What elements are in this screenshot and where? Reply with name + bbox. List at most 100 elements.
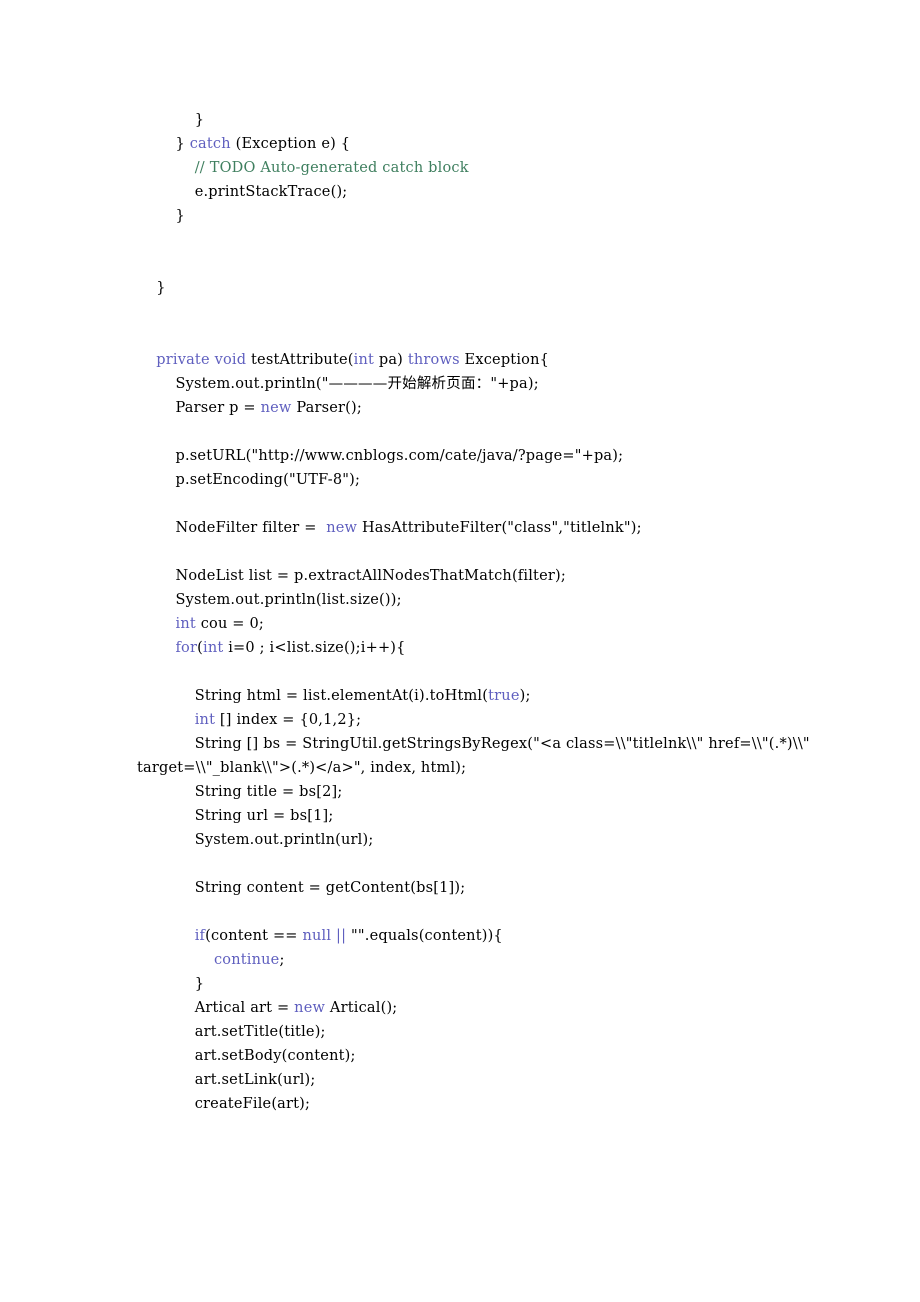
code-text: art.setBody(content); bbox=[194, 1048, 356, 1064]
code-text: String html = list.elementAt(i).toHtml( bbox=[194, 688, 489, 704]
code-text: e.printStackTrace(); bbox=[194, 184, 348, 200]
code-line: int [] index = {0,1,2}; bbox=[137, 708, 827, 732]
code-text: } bbox=[194, 112, 205, 128]
code-keyword: for bbox=[175, 640, 198, 656]
code-line: p.setEncoding("UTF-8"); bbox=[137, 468, 827, 492]
code-keyword: private bbox=[156, 352, 210, 368]
code-text: } bbox=[194, 976, 205, 992]
code-text: String content = getContent(bs[1]); bbox=[194, 880, 466, 896]
code-line: p.setURL("http://www.cnblogs.com/cate/ja… bbox=[137, 444, 827, 468]
code-text: i=0 ; i<list.size();i++){ bbox=[223, 640, 406, 656]
code-text: art.setLink(url); bbox=[194, 1072, 316, 1088]
code-line: } catch (Exception e) { bbox=[137, 132, 827, 156]
code-text: Artical art = bbox=[194, 1000, 295, 1016]
code-text: "".equals(content)){ bbox=[346, 928, 503, 944]
code-line: } bbox=[137, 108, 827, 132]
code-text: String url = bs[1]; bbox=[194, 808, 334, 824]
code-keyword: null bbox=[302, 928, 332, 944]
code-keyword: if bbox=[194, 928, 206, 944]
code-line: System.out.println(list.size()); bbox=[137, 588, 827, 612]
code-keyword: new bbox=[260, 400, 292, 416]
code-text: createFile(art); bbox=[194, 1096, 311, 1112]
code-keyword: catch bbox=[189, 136, 231, 152]
code-text: ); bbox=[519, 688, 531, 704]
code-text: testAttribute( bbox=[246, 352, 354, 368]
code-text: } bbox=[175, 208, 185, 224]
code-line: Parser p = new Parser(); bbox=[137, 396, 827, 420]
code-line: String [] bs = StringUtil.getStringsByRe… bbox=[137, 732, 827, 780]
code-keyword: true bbox=[488, 688, 520, 704]
code-line: } bbox=[137, 204, 827, 228]
code-line: art.setLink(url); bbox=[137, 1068, 827, 1092]
code-line: if(content == null || "".equals(content)… bbox=[137, 924, 827, 948]
code-line: createFile(art); bbox=[137, 1092, 827, 1116]
code-text: System.out.println(url); bbox=[194, 832, 374, 848]
code-keyword: new bbox=[326, 520, 358, 536]
code-line: continue; bbox=[137, 948, 827, 972]
java-code-listing: } } catch (Exception e) { // TODO Auto-g… bbox=[137, 108, 827, 1116]
code-keyword: new bbox=[294, 1000, 326, 1016]
code-text: HasAttributeFilter("class","titlelnk"); bbox=[357, 520, 642, 536]
code-text: art.setTitle(title); bbox=[194, 1024, 326, 1040]
code-text: NodeFilter filter = bbox=[175, 520, 327, 536]
code-text: Parser(); bbox=[291, 400, 362, 416]
code-text: Parser p = bbox=[175, 400, 261, 416]
code-line: System.out.println("————开始解析页面："+pa); bbox=[137, 372, 827, 396]
code-text: ; bbox=[279, 952, 285, 968]
code-line: String html = list.elementAt(i).toHtml(t… bbox=[137, 684, 827, 708]
code-text: System.out.println("————开始解析页面："+pa); bbox=[175, 376, 539, 392]
code-text: String [] bs = StringUtil.getStringsByRe… bbox=[137, 736, 815, 776]
code-text: Artical(); bbox=[325, 1000, 398, 1016]
code-text: p.setURL("http://www.cnblogs.com/cate/ja… bbox=[175, 448, 624, 464]
code-text: } bbox=[175, 136, 190, 152]
code-line: for(int i=0 ; i<list.size();i++){ bbox=[137, 636, 827, 660]
code-keyword: int bbox=[194, 712, 216, 728]
document-page: } } catch (Exception e) { // TODO Auto-g… bbox=[0, 0, 920, 1302]
code-text: System.out.println(list.size()); bbox=[175, 592, 402, 608]
code-text: Exception{ bbox=[459, 352, 550, 368]
code-text: pa) bbox=[374, 352, 408, 368]
code-line: private void testAttribute(int pa) throw… bbox=[137, 348, 827, 372]
code-line: Artical art = new Artical(); bbox=[137, 996, 827, 1020]
code-comment: // TODO Auto-generated catch block bbox=[194, 160, 469, 176]
code-keyword: || bbox=[336, 928, 347, 944]
code-text: NodeList list = p.extractAllNodesThatMat… bbox=[175, 568, 566, 584]
code-text: cou = 0; bbox=[195, 616, 264, 632]
code-text: p.setEncoding("UTF-8"); bbox=[175, 472, 361, 488]
code-line: int cou = 0; bbox=[137, 612, 827, 636]
code-line: // TODO Auto-generated catch block bbox=[137, 156, 827, 180]
